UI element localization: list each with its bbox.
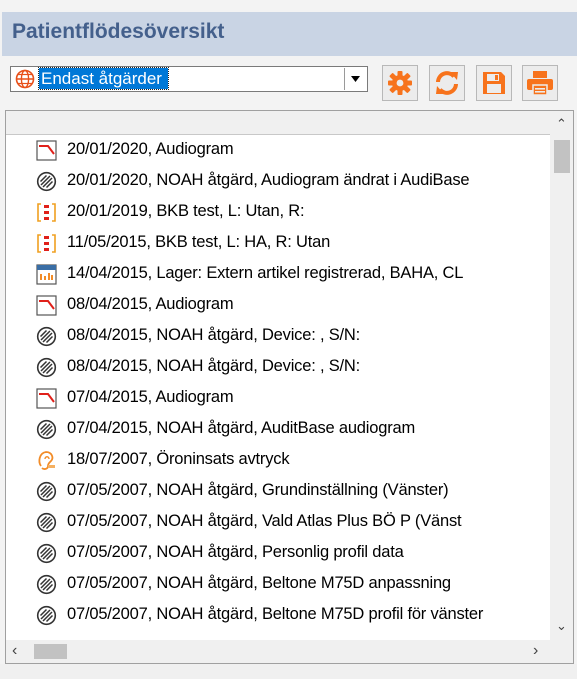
noah-icon (36, 574, 57, 595)
noah-icon (36, 481, 57, 502)
stock-icon (36, 264, 57, 285)
horizontal-scroll-thumb[interactable] (34, 644, 67, 659)
noah-icon (36, 543, 57, 564)
globe-icon (15, 69, 35, 89)
list-item-text: 08/04/2015, NOAH åtgärd, Device: , S/N: (67, 326, 361, 344)
floppy-disk-icon (483, 72, 505, 94)
list-item[interactable]: 07/04/2015, Audiogram (6, 383, 550, 414)
patient-flow-panel: Patientflödesöversikt Endast åtgärder 20… (0, 0, 577, 679)
noah-icon (36, 605, 57, 626)
chevron-down-icon (351, 76, 360, 82)
list-item-text: 18/07/2007, Öroninsats avtryck (67, 450, 290, 468)
list-item-text: 07/05/2007, NOAH åtgärd, Personlig profi… (67, 543, 404, 561)
audiogram-icon (36, 140, 57, 161)
vertical-scrollbar[interactable]: ⌃ ⌄ (550, 111, 573, 640)
scrollbar-corner (550, 640, 573, 663)
bottom-strip (0, 664, 577, 679)
save-button[interactable] (476, 65, 512, 101)
list-item-text: 20/01/2020, Audiogram (67, 140, 234, 158)
list-item[interactable]: 20/01/2019, BKB test, L: Utan, R: (6, 197, 550, 228)
list-item-text: 07/04/2015, NOAH åtgärd, AuditBase audio… (67, 419, 416, 437)
list-item[interactable]: 07/04/2015, NOAH åtgärd, AuditBase audio… (6, 414, 550, 445)
list-item[interactable]: 18/07/2007, Öroninsats avtryck (6, 445, 550, 476)
list-item[interactable]: 07/05/2007, NOAH åtgärd, Beltone M75D pr… (6, 600, 550, 631)
scroll-left-icon[interactable]: ‹ (12, 643, 17, 659)
list-item-text: 11/05/2015, BKB test, L: HA, R: Utan (67, 233, 331, 251)
list-item-text: 07/05/2007, NOAH åtgärd, Beltone M75D pr… (67, 605, 484, 623)
list-item[interactable]: 07/05/2007, NOAH åtgärd, Beltone M75D an… (6, 569, 550, 600)
horizontal-scrollbar[interactable]: ‹ › (6, 640, 550, 663)
list-item-text: 20/01/2019, BKB test, L: Utan, R: (67, 202, 305, 220)
patient-flow-list: 20/01/2020, Audiogram 20/01/2020, NOAH åt… (5, 110, 574, 664)
audiogram-icon (36, 295, 57, 316)
list-item[interactable]: 08/04/2015, Audiogram (6, 290, 550, 321)
list-item-text: 08/04/2015, Audiogram (67, 295, 234, 313)
list-header (6, 111, 550, 135)
list-item[interactable]: 14/04/2015, Lager: Extern artikel regist… (6, 259, 550, 290)
list-item[interactable]: 07/05/2007, NOAH åtgärd, Vald Atlas Plus… (6, 507, 550, 538)
list-item[interactable]: 07/05/2007, NOAH åtgärd, Grundinställnin… (6, 476, 550, 507)
list-item[interactable]: 11/05/2015, BKB test, L: HA, R: Utan (6, 228, 550, 259)
bkb-test-icon (36, 202, 57, 223)
list-item-text: 07/05/2007, NOAH åtgärd, Beltone M75D an… (67, 574, 451, 592)
list-item[interactable]: 20/01/2020, NOAH åtgärd, Audiogram ändra… (6, 166, 550, 197)
noah-icon (36, 326, 57, 347)
list-item-text: 07/05/2007, NOAH åtgärd, Vald Atlas Plus… (67, 512, 462, 530)
refresh-icon (436, 71, 458, 95)
print-button[interactable] (522, 65, 558, 101)
vertical-scroll-thumb[interactable] (554, 140, 570, 173)
list-item-text: 07/04/2015, Audiogram (67, 388, 234, 406)
ear-impression-icon (36, 450, 57, 471)
refresh-button[interactable] (429, 65, 465, 101)
list-rows: 20/01/2020, Audiogram 20/01/2020, NOAH åt… (6, 135, 550, 640)
title-bar: Patientflödesöversikt (2, 12, 577, 56)
printer-icon (527, 71, 553, 96)
list-item[interactable]: 20/01/2020, Audiogram (6, 135, 550, 166)
scroll-right-icon[interactable]: › (533, 643, 538, 659)
audiogram-icon (36, 388, 57, 409)
filter-selected-value: Endast åtgärder (38, 67, 169, 90)
list-item[interactable]: 08/04/2015, NOAH åtgärd, Device: , S/N: (6, 352, 550, 383)
list-item[interactable]: 08/04/2015, NOAH åtgärd, Device: , S/N: (6, 321, 550, 352)
list-item-text: 14/04/2015, Lager: Extern artikel regist… (67, 264, 464, 282)
settings-button[interactable] (382, 65, 418, 101)
list-item[interactable]: 07/05/2007, NOAH åtgärd, Personlig profi… (6, 538, 550, 569)
scroll-down-icon[interactable]: ⌄ (556, 619, 567, 632)
gear-icon (388, 71, 412, 95)
list-item-text: 20/01/2020, NOAH åtgärd, Audiogram ändra… (67, 171, 470, 189)
dropdown-arrow-button[interactable] (344, 68, 366, 90)
list-item-text: 08/04/2015, NOAH åtgärd, Device: , S/N: (67, 357, 361, 375)
scroll-up-icon[interactable]: ⌃ (556, 117, 567, 130)
bkb-test-icon (36, 233, 57, 254)
noah-icon (36, 512, 57, 533)
panel-title: Patientflödesöversikt (12, 20, 225, 43)
filter-dropdown[interactable]: Endast åtgärder (10, 66, 368, 92)
noah-icon (36, 171, 57, 192)
noah-icon (36, 357, 57, 378)
noah-icon (36, 419, 57, 440)
list-item-text: 07/05/2007, NOAH åtgärd, Grundinställnin… (67, 481, 449, 499)
